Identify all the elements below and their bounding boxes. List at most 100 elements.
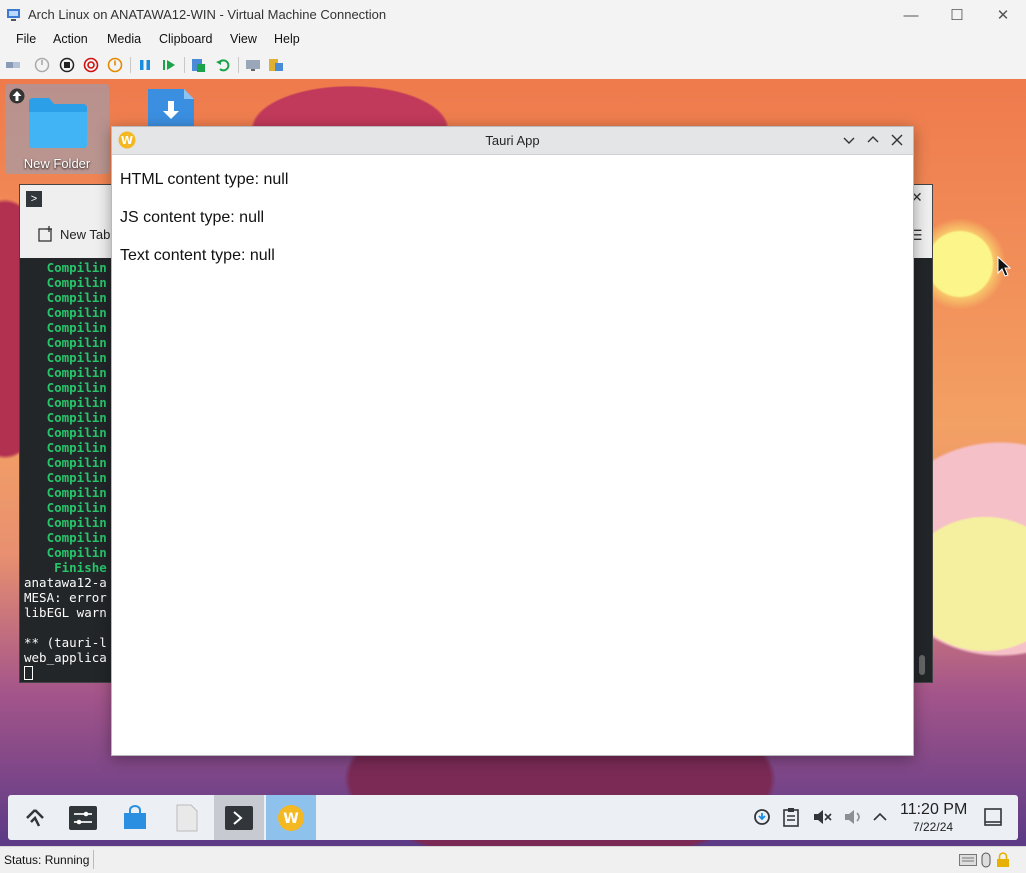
terminal-line: MESA: error [24, 590, 107, 605]
discover-store-icon[interactable] [110, 795, 160, 840]
tauri-title-bar[interactable]: W Tauri App [112, 127, 913, 155]
terminal-finished-line: Finishe [54, 560, 107, 575]
resume-icon[interactable] [161, 57, 177, 73]
turn-off-icon[interactable] [59, 57, 75, 73]
maximize-button[interactable]: ☐ [934, 0, 980, 30]
vm-status-text: Status: Running [4, 853, 90, 867]
vm-screen: New Folder > New Tab ✕ ☰ Compilin Compil… [0, 79, 1026, 846]
new-tab-icon [38, 226, 52, 242]
menu-bar: File Action Media Clipboard View Help [0, 30, 1026, 52]
vm-connection-icon [7, 9, 20, 21]
status-separator [93, 850, 94, 869]
chevron-up-icon[interactable] [866, 133, 880, 147]
mouse-cursor-icon [997, 256, 1012, 277]
ctrl-alt-del-icon[interactable] [5, 57, 21, 73]
microphone-muted-icon[interactable] [843, 807, 863, 827]
file-manager-icon[interactable] [162, 795, 212, 840]
terminal-compiling-line: Compilin [46, 515, 107, 530]
clipboard-icon[interactable] [782, 807, 800, 827]
window-title: Arch Linux on ANATAWA12-WIN - Virtual Ma… [28, 7, 387, 22]
host-title-bar: Arch Linux on ANATAWA12-WIN - Virtual Ma… [0, 0, 1026, 30]
toolbar-separator [238, 57, 239, 73]
start-icon[interactable] [34, 57, 50, 73]
desktop-icon-label: New Folder [23, 156, 91, 171]
revert-icon[interactable] [215, 57, 231, 73]
toolbar [0, 52, 1026, 80]
menu-clipboard[interactable]: Clipboard [155, 32, 217, 46]
terminal-compiling-line: Compilin [46, 320, 107, 335]
terminal-compiling-line: Compilin [46, 275, 107, 290]
app-launcher-icon[interactable] [10, 795, 60, 840]
terminal-compiling-line: Compilin [46, 440, 107, 455]
terminal-compiling-line: Compilin [46, 500, 107, 515]
js-content-type-text: JS content type: null [120, 209, 265, 226]
terminal-line: libEGL warn [24, 605, 107, 620]
download-file-icon[interactable] [146, 89, 196, 129]
terminal-task-icon[interactable] [214, 795, 264, 840]
chevron-down-icon[interactable] [842, 134, 856, 148]
show-desktop-icon[interactable] [984, 808, 1002, 826]
new-tab-label: New Tab [60, 226, 111, 242]
close-icon[interactable] [890, 133, 904, 147]
toolbar-separator [184, 57, 185, 73]
arrow-up-icon [9, 88, 25, 104]
terminal-line: anatawa12-a [24, 575, 107, 590]
save-state-icon[interactable] [107, 57, 123, 73]
menu-media[interactable]: Media [103, 32, 145, 46]
terminal-compiling-line: Compilin [46, 425, 107, 440]
terminal-app-icon: > [26, 191, 42, 207]
tauri-window-title: Tauri App [485, 133, 540, 148]
terminal-line: web_applica [24, 650, 107, 665]
new-tab-button[interactable]: New Tab [38, 226, 110, 242]
taskbar: W 11:20 PM 7/22/24 [8, 795, 1018, 840]
terminal-compiling-line: Compilin [46, 260, 107, 275]
terminal-compiling-line: Compilin [46, 455, 107, 470]
terminal-compiling-line: Compilin [46, 395, 107, 410]
terminal-compiling-line: Compilin [46, 305, 107, 320]
terminal-compiling-line: Compilin [46, 410, 107, 425]
update-icon[interactable] [752, 807, 772, 827]
clock-date[interactable]: 7/22/24 [913, 820, 953, 834]
terminal-line: ** (tauri-l [24, 635, 107, 650]
terminal-compiling-line: Compilin [46, 530, 107, 545]
svg-text:W: W [283, 811, 298, 827]
menu-view[interactable]: View [226, 32, 261, 46]
tauri-task-icon[interactable]: W [266, 795, 316, 840]
desktop-icon-new-folder[interactable]: New Folder [5, 84, 109, 174]
terminal-cursor [24, 666, 33, 680]
terminal-compiling-line: Compilin [46, 290, 107, 305]
share-icon[interactable] [268, 57, 284, 73]
system-settings-icon[interactable] [58, 795, 108, 840]
minimize-button[interactable]: — [888, 0, 934, 30]
terminal-compiling-line: Compilin [46, 350, 107, 365]
terminal-output: Compilin Compilin Compilin Compilin Comp… [24, 260, 107, 680]
shutdown-icon[interactable] [83, 57, 99, 73]
chevron-up-icon[interactable] [872, 809, 888, 825]
terminal-compiling-line: Compilin [46, 335, 107, 350]
enhanced-session-icon[interactable] [245, 57, 261, 73]
terminal-scrollbar[interactable] [919, 655, 925, 675]
menu-help[interactable]: Help [270, 32, 304, 46]
terminal-compiling-line: Compilin [46, 365, 107, 380]
checkpoint-icon[interactable] [190, 57, 206, 73]
status-bar: Status: Running [0, 846, 1026, 873]
keyboard-icon [959, 854, 977, 866]
text-content-type-text: Text content type: null [120, 247, 275, 264]
tauri-app-window[interactable]: W Tauri App HTML content type: null JS c… [111, 126, 914, 756]
lock-icon [997, 852, 1009, 867]
toolbar-separator [130, 57, 131, 73]
pause-icon[interactable] [137, 57, 153, 73]
menu-file[interactable]: File [12, 32, 40, 46]
menu-action[interactable]: Action [49, 32, 92, 46]
terminal-compiling-line: Compilin [46, 485, 107, 500]
close-button[interactable]: ✕ [980, 0, 1026, 30]
terminal-compiling-line: Compilin [46, 380, 107, 395]
html-content-type-text: HTML content type: null [120, 171, 289, 188]
volume-muted-icon[interactable] [812, 807, 832, 827]
clock-time[interactable]: 11:20 PM [900, 801, 967, 819]
folder-icon [29, 98, 87, 148]
mouse-icon [981, 852, 991, 868]
terminal-compiling-line: Compilin [46, 470, 107, 485]
terminal-compiling-line: Compilin [46, 545, 107, 560]
